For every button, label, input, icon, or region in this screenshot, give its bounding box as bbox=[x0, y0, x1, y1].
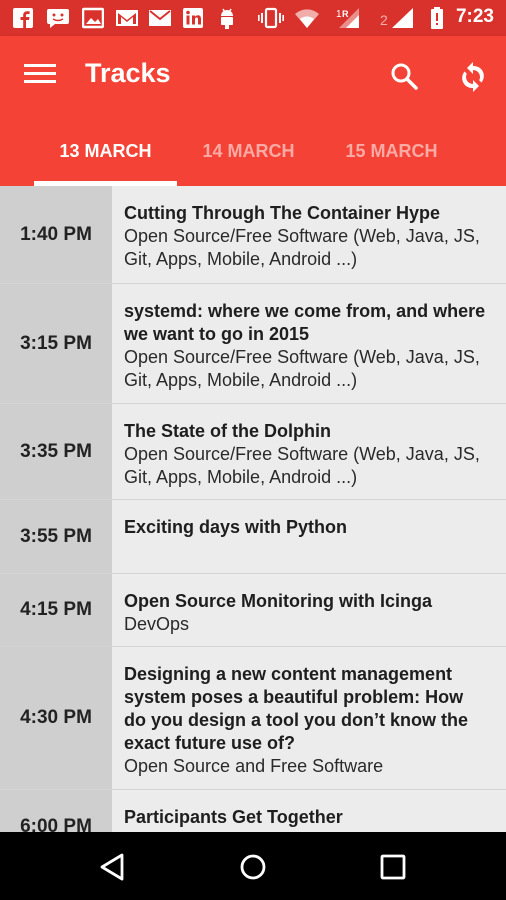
talk-row[interactable]: 3:15 PM systemd: where we come from, and… bbox=[0, 284, 506, 404]
recents-icon bbox=[380, 854, 406, 880]
android-icon bbox=[216, 7, 238, 29]
menu-button[interactable] bbox=[24, 64, 56, 88]
search-button[interactable] bbox=[388, 60, 422, 94]
signal-2-icon: 2 bbox=[380, 7, 414, 29]
facebook-icon bbox=[12, 7, 34, 29]
status-bar: 1R 2 7:23 bbox=[0, 0, 506, 36]
svg-text:R: R bbox=[342, 9, 349, 19]
talk-info: Participants Get Together bbox=[112, 790, 506, 832]
app-bar: Tracks 13 MARCH 14 MARCH 15 MARCH bbox=[0, 36, 506, 186]
menu-icon-line bbox=[24, 80, 56, 83]
talk-title: Exciting days with Python bbox=[124, 517, 348, 537]
vibrate-icon bbox=[258, 7, 284, 29]
messenger-icon bbox=[46, 7, 70, 29]
navigation-bar bbox=[0, 832, 506, 900]
talk-time: 1:40 PM bbox=[0, 186, 112, 283]
gmail-icon bbox=[115, 7, 139, 29]
talk-info: Open Source Monitoring with Icinga DevOp… bbox=[112, 574, 506, 646]
svg-text:2: 2 bbox=[380, 12, 388, 28]
talk-time: 4:30 PM bbox=[0, 647, 112, 789]
talk-time: 3:15 PM bbox=[0, 284, 112, 403]
sync-icon bbox=[462, 62, 484, 92]
email-icon bbox=[148, 7, 172, 29]
talk-track: Open Source/Free Software (Web, Java, JS… bbox=[124, 226, 480, 269]
back-icon bbox=[100, 853, 124, 881]
talk-title: Cutting Through The Container Hype bbox=[124, 203, 440, 223]
talk-time: 4:15 PM bbox=[0, 574, 112, 646]
sync-button[interactable] bbox=[456, 60, 490, 94]
menu-icon-line bbox=[24, 72, 56, 75]
talk-info: Exciting days with Python bbox=[112, 500, 506, 573]
tab-15-march[interactable]: 15 MARCH bbox=[320, 132, 463, 186]
page-title: Tracks bbox=[85, 58, 171, 88]
recents-button[interactable] bbox=[376, 850, 410, 884]
talk-track: DevOps bbox=[124, 614, 190, 634]
talk-info: Cutting Through The Container Hype Open … bbox=[112, 186, 506, 283]
gallery-icon bbox=[82, 7, 104, 29]
talk-row[interactable]: 3:55 PM Exciting days with Python bbox=[0, 500, 506, 574]
talk-row[interactable]: 3:35 PM The State of the Dolphin Open So… bbox=[0, 404, 506, 500]
talk-row[interactable]: 6:00 PM Participants Get Together bbox=[0, 790, 506, 832]
status-time: 7:23 bbox=[455, 6, 494, 27]
menu-icon-line bbox=[24, 64, 56, 67]
talk-info: systemd: where we come from, and where w… bbox=[112, 284, 506, 403]
talk-title: Participants Get Together bbox=[124, 807, 343, 827]
talk-time: 3:35 PM bbox=[0, 404, 112, 499]
talk-row[interactable]: 1:40 PM Cutting Through The Container Hy… bbox=[0, 186, 506, 284]
date-tabs: 13 MARCH 14 MARCH 15 MARCH bbox=[0, 132, 506, 186]
signal-r-icon: 1R bbox=[334, 7, 360, 29]
talk-row[interactable]: 4:15 PM Open Source Monitoring with Icin… bbox=[0, 574, 506, 647]
home-icon bbox=[240, 854, 266, 880]
wifi-icon bbox=[294, 7, 320, 29]
talk-title: The State of the Dolphin bbox=[124, 421, 331, 441]
home-button[interactable] bbox=[236, 850, 270, 884]
talk-row[interactable]: 4:30 PM Designing a new content manageme… bbox=[0, 647, 506, 790]
linkedin-icon bbox=[182, 7, 204, 29]
talk-title: systemd: where we come from, and where w… bbox=[124, 301, 486, 344]
search-icon bbox=[391, 63, 418, 90]
tab-13-march[interactable]: 13 MARCH bbox=[34, 132, 177, 186]
talk-time: 3:55 PM bbox=[0, 500, 112, 573]
talk-info: The State of the Dolphin Open Source/Fre… bbox=[112, 404, 506, 499]
talk-track: Open Source/Free Software (Web, Java, JS… bbox=[124, 444, 480, 487]
back-button[interactable] bbox=[96, 850, 130, 884]
talk-title: Designing a new content management syste… bbox=[124, 664, 468, 753]
talk-time: 6:00 PM bbox=[0, 790, 112, 832]
talk-info: Designing a new content management syste… bbox=[112, 647, 506, 789]
battery-icon bbox=[430, 7, 444, 29]
talk-list: 1:40 PM Cutting Through The Container Hy… bbox=[0, 186, 506, 832]
talk-track: Open Source/Free Software (Web, Java, JS… bbox=[124, 347, 480, 390]
tab-14-march[interactable]: 14 MARCH bbox=[177, 132, 320, 186]
talk-title: Open Source Monitoring with Icinga bbox=[124, 591, 433, 611]
talk-track: Open Source and Free Software bbox=[124, 756, 384, 776]
